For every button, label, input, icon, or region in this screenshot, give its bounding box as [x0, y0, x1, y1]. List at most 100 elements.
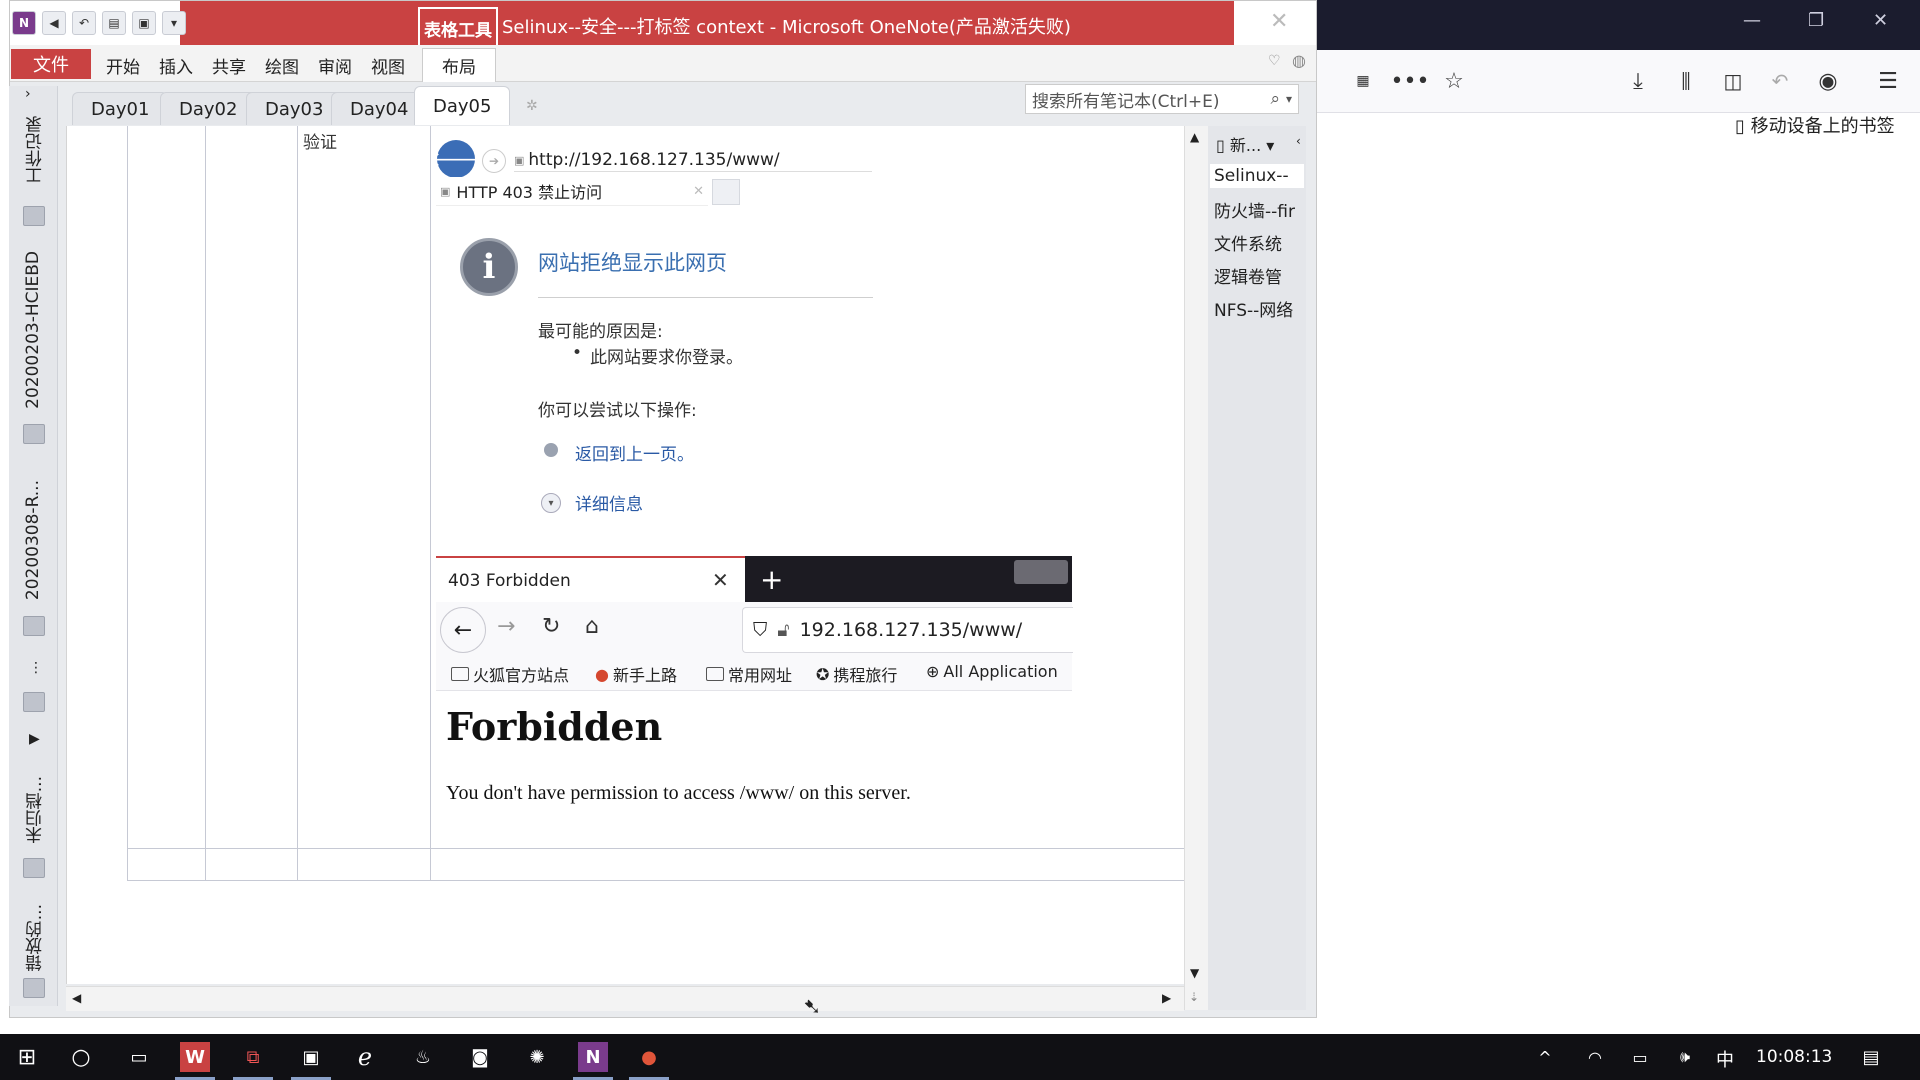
screen-record-icon[interactable]: ⧉ [238, 1042, 268, 1072]
battery-icon[interactable]: ▭ [1625, 1042, 1655, 1072]
notebook-unfiled[interactable]: 未归档... [23, 776, 48, 843]
more-icon[interactable]: ••• [1391, 66, 1430, 96]
expand-notebooks-icon[interactable]: › [25, 86, 31, 102]
notebook-work-log[interactable]: 工作记录 [23, 116, 48, 184]
back-icon[interactable]: ◀ [42, 11, 66, 35]
mobile-bookmarks-link[interactable]: ▯ 移动设备上的书签 [1735, 112, 1895, 138]
new-page-icon: ▯ [1216, 136, 1225, 155]
close-icon[interactable]: ✕ [1873, 10, 1888, 31]
tab-section-day03[interactable]: Day03 [246, 92, 343, 125]
remote-desktop-icon[interactable]: ▣ [296, 1042, 326, 1072]
mouse-cursor-icon: ➷ [803, 995, 822, 1020]
tab-insert[interactable]: 插入 [159, 53, 193, 78]
tab-section-day05[interactable]: Day05 [414, 86, 511, 125]
tab-section-day01[interactable]: Day01 [72, 92, 169, 125]
scroll-right-icon[interactable]: ▶ [1162, 991, 1171, 1005]
forward-arrow-icon: → [497, 614, 516, 639]
full-page-icon[interactable]: ▣ [132, 11, 156, 35]
help-icon[interactable]: ◍ [1292, 51, 1306, 70]
search-input[interactable]: 搜索所有笔记本(Ctrl+E) ⌕ ▾ [1025, 84, 1299, 114]
download-icon[interactable]: ⤓ [1623, 66, 1653, 96]
tab-section-day02[interactable]: Day02 [160, 92, 257, 125]
new-section-icon[interactable]: ✲ [526, 98, 538, 114]
new-tab-icon: + [760, 563, 784, 596]
new-page-button[interactable]: ▯ 新... ▾ [1216, 132, 1274, 156]
ribbon-tab-bar [10, 45, 1316, 82]
page-item-filesystem[interactable]: 文件系统 [1214, 230, 1304, 255]
parrot-app-icon[interactable]: ✺ [522, 1042, 552, 1072]
quick-access-toolbar: N ◀ ↶ ▤ ▣ ▾ [12, 11, 186, 35]
horizontal-scrollbar[interactable]: ◀ ▶ [66, 986, 1184, 1011]
more-notebooks-icon[interactable]: ⋮ [29, 660, 43, 676]
undo-icon[interactable]: ↶ [1765, 66, 1795, 96]
notebook-icon [23, 206, 45, 226]
page-item-nfs[interactable]: NFS--网络 [1214, 296, 1304, 321]
library-icon[interactable]: ⫼ [1671, 66, 1701, 96]
search-scope-dropdown-icon[interactable]: ▾ [1286, 92, 1292, 106]
ie-tab-close-icon: ✕ [693, 183, 704, 199]
scroll-down-icon[interactable]: ▼ [1190, 966, 1199, 980]
search-icon[interactable]: ⌕ [1270, 89, 1280, 109]
table-border [127, 848, 1184, 849]
windows-start-icon[interactable]: ⊞ [12, 1042, 42, 1072]
table-cell-verify[interactable]: 验证 [303, 128, 337, 153]
tab-file[interactable]: 文件 [11, 49, 91, 79]
firefox-address-bar: ⛉ 🔓︎ 192.168.127.135/www/ [742, 607, 1073, 653]
notifications-icon[interactable]: ▤ [1856, 1042, 1886, 1072]
show-hidden-icons-icon[interactable]: ^ [1530, 1042, 1560, 1072]
dock-icon[interactable]: ▤ [102, 11, 126, 35]
scroll-left-icon[interactable]: ◀ [72, 991, 81, 1005]
info-icon: i [460, 238, 518, 296]
onenote-close-icon[interactable]: ✕ [1270, 9, 1288, 34]
page-item-lvm[interactable]: 逻辑卷管 [1214, 263, 1304, 288]
notebook-misplaced[interactable]: 错放的... [23, 904, 48, 971]
play-arrow-icon[interactable]: ▶ [29, 731, 40, 747]
ie-new-tab-icon [712, 179, 740, 205]
firefox-taskbar-icon[interactable]: ● [634, 1042, 664, 1072]
account-icon[interactable]: ◉ [1813, 66, 1843, 96]
notebook-20200308-r[interactable]: 20200308-R... [23, 480, 43, 600]
vertical-scrollbar[interactable]: ▲ ▼ ⇣ [1184, 126, 1209, 1010]
wifi-icon[interactable]: ◠ [1580, 1042, 1610, 1072]
tab-share[interactable]: 共享 [212, 53, 246, 78]
tab-draw[interactable]: 绘图 [265, 53, 299, 78]
menu-icon[interactable]: ☰ [1873, 66, 1903, 96]
search-circle-icon[interactable]: ○ [66, 1042, 96, 1072]
taskbar-clock[interactable]: 10:08:13 [1756, 1047, 1832, 1067]
chat-app-icon[interactable]: ◙ [465, 1042, 495, 1072]
java-app-icon[interactable]: ♨ [408, 1042, 438, 1072]
notebook-icon [23, 978, 45, 998]
qr-code-icon[interactable]: ▦ [1348, 66, 1378, 96]
page-icon: ▣ [514, 153, 525, 167]
expand-ribbon-icon[interactable]: ♡ [1268, 53, 1281, 69]
tab-home[interactable]: 开始 [106, 53, 140, 78]
notebook-20200203-hciebd[interactable]: 20200203-HCIEBD [23, 251, 43, 409]
forbidden-heading: Forbidden [446, 704, 663, 749]
ie-browser-icon[interactable]: ℯ [350, 1042, 380, 1072]
sidebar-icon[interactable]: ◫ [1718, 66, 1748, 96]
tab-layout[interactable]: 布局 [422, 48, 496, 82]
tab-view[interactable]: 视图 [371, 53, 405, 78]
table-border [127, 880, 1184, 881]
ie-address-bar: ▣ http://192.168.127.135/www/ [514, 149, 872, 172]
restore-icon[interactable]: ❐ [1808, 10, 1824, 31]
ie-reason-title: 最可能的原因是: [538, 322, 663, 342]
volume-icon[interactable]: 🕪︎ [1670, 1042, 1700, 1072]
bookmark-star-icon[interactable]: ☆ [1439, 66, 1469, 96]
onenote-taskbar-icon[interactable]: N [578, 1042, 608, 1072]
tab-review[interactable]: 审阅 [318, 53, 352, 78]
ie-reason-bullet: • [572, 343, 583, 363]
ime-indicator[interactable]: 中 [1716, 1046, 1734, 1072]
scroll-to-end-icon[interactable]: ⇣ [1189, 990, 1199, 1004]
page-item-firewall[interactable]: 防火墙--fir [1214, 197, 1304, 222]
collapse-page-list-icon[interactable]: ‹ [1296, 134, 1301, 148]
minimize-icon[interactable]: — [1743, 10, 1761, 31]
file-explorer-icon[interactable]: ▭ [124, 1042, 154, 1072]
scroll-up-icon[interactable]: ▲ [1190, 130, 1199, 144]
customize-qat-icon[interactable]: ▾ [162, 11, 186, 35]
tab-section-day04[interactable]: Day04 [331, 92, 428, 125]
undo-icon[interactable]: ↶ [72, 11, 96, 35]
page-item-selinux[interactable]: Selinux-- [1210, 164, 1304, 188]
wps-writer-icon[interactable]: W [180, 1042, 210, 1072]
back-arrow-icon: ← [440, 607, 486, 653]
